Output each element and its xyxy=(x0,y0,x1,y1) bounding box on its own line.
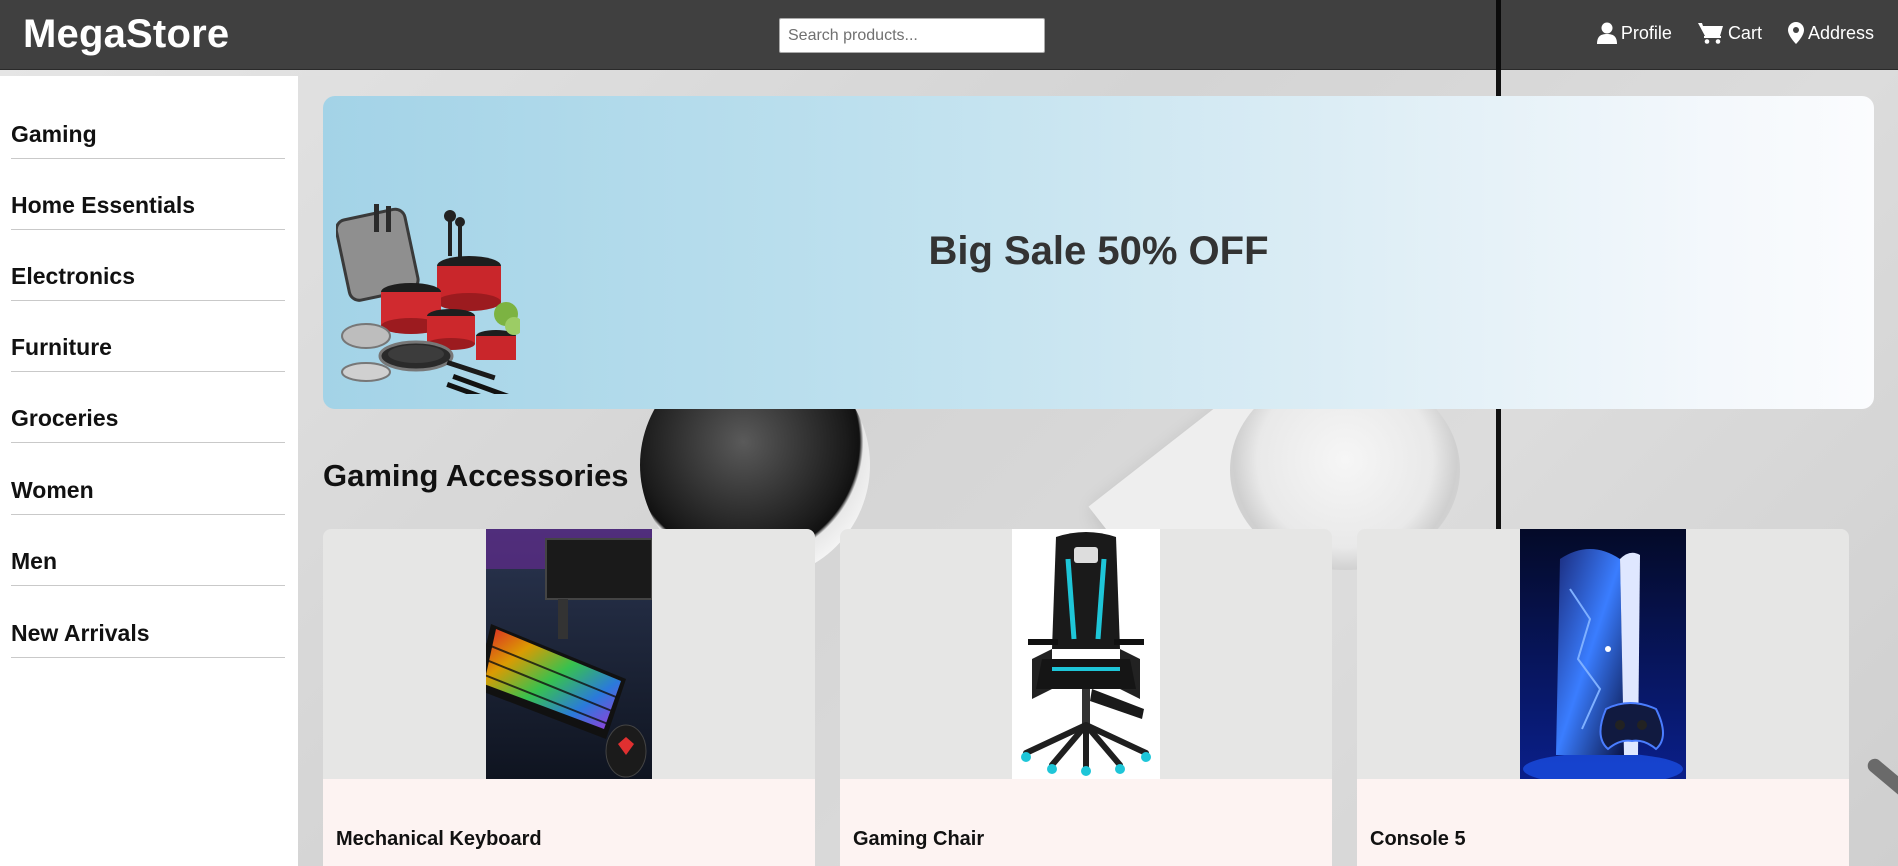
sidebar-item-label: Men xyxy=(11,548,57,574)
product-card-gaming-chair[interactable]: Gaming Chair xyxy=(840,529,1332,866)
sidebar-item-groceries[interactable]: Groceries xyxy=(11,372,285,443)
category-sidebar: Gaming Home Essentials Electronics Furni… xyxy=(0,76,298,866)
sidebar-item-gaming[interactable]: Gaming xyxy=(11,88,285,159)
product-info xyxy=(1357,779,1849,866)
header-links: Profile Cart Address xyxy=(1596,22,1874,44)
user-icon xyxy=(1596,22,1617,44)
product-image xyxy=(1012,529,1160,779)
product-info xyxy=(323,779,815,866)
product-card-console[interactable]: Console 5 xyxy=(1357,529,1849,866)
sidebar-item-label: Groceries xyxy=(11,405,119,431)
sidebar-item-home-essentials[interactable]: Home Essentials xyxy=(11,159,285,230)
site-logo[interactable]: MegaStore xyxy=(23,12,229,57)
console-image xyxy=(1520,529,1686,785)
address-link-label: Address xyxy=(1807,22,1874,43)
location-pin-icon xyxy=(1787,22,1804,44)
section-title: Gaming Accessories xyxy=(323,458,629,493)
sidebar-item-furniture[interactable]: Furniture xyxy=(11,301,285,372)
search-input[interactable] xyxy=(779,18,1045,53)
product-name: Gaming Chair xyxy=(853,828,985,850)
cart-link-label: Cart xyxy=(1727,22,1762,43)
divider-decoration xyxy=(1496,0,1501,70)
cart-link[interactable]: Cart xyxy=(1697,22,1762,44)
product-image xyxy=(476,529,653,779)
profile-link[interactable]: Profile xyxy=(1596,22,1672,44)
sidebar-item-label: Home Essentials xyxy=(11,192,196,218)
product-name: Mechanical Keyboard xyxy=(336,828,542,850)
cable-decoration xyxy=(1864,755,1898,819)
sidebar-item-electronics[interactable]: Electronics xyxy=(11,230,285,301)
cart-icon xyxy=(1697,23,1723,44)
banner-title: Big Sale 50% OFF xyxy=(928,229,1269,273)
sidebar-item-label: Electronics xyxy=(11,263,135,289)
sidebar-item-label: Gaming xyxy=(11,121,97,147)
gaming-chair-image xyxy=(1012,529,1160,779)
sidebar-item-label: New Arrivals xyxy=(11,620,150,646)
keyboard-image xyxy=(476,529,653,779)
product-card-keyboard[interactable]: Mechanical Keyboard xyxy=(323,529,815,866)
sidebar-item-label: Women xyxy=(11,477,94,503)
product-image xyxy=(1520,529,1686,785)
address-link[interactable]: Address xyxy=(1787,22,1874,44)
sidebar-item-women[interactable]: Women xyxy=(11,444,285,515)
profile-link-label: Profile xyxy=(1620,22,1672,43)
sidebar-item-label: Furniture xyxy=(11,334,112,360)
sidebar-item-new-arrivals[interactable]: New Arrivals xyxy=(11,587,285,658)
sidebar-item-men[interactable]: Men xyxy=(11,515,285,586)
promo-banner[interactable]: Big Sale 50% OFF xyxy=(323,96,1874,409)
product-info xyxy=(840,779,1332,866)
top-navbar: MegaStore Profile Cart Address xyxy=(0,0,1898,70)
product-name: Console 5 xyxy=(1370,828,1466,850)
